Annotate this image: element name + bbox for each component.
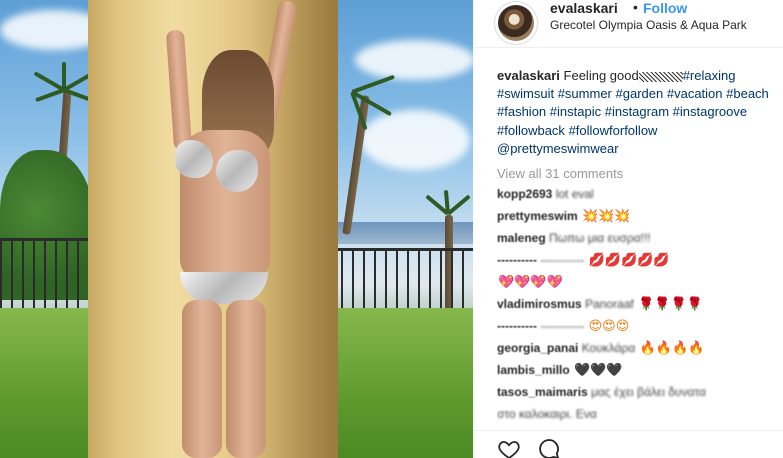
caption-text: Feeling good xyxy=(563,68,639,83)
comments-list: kopp2693 lot eval prettymeswim 💥💥💥 malene… xyxy=(497,187,779,429)
hashtag-link[interactable]: #vacation xyxy=(667,86,723,101)
post-actions-bar xyxy=(473,430,783,458)
comment-text: Πωπω μια ευσρα!!! xyxy=(549,231,651,245)
hashtag-link[interactable]: #instagram xyxy=(605,104,669,119)
comment-row: 💖💖💖💖 xyxy=(497,275,779,295)
comment-username[interactable]: ---------- xyxy=(497,319,537,333)
comment-username[interactable]: georgia_panai xyxy=(497,341,578,355)
hashtag-link[interactable]: #summer xyxy=(558,86,612,101)
cloud xyxy=(355,40,473,80)
hashtag-link[interactable]: #swimsuit xyxy=(497,86,554,101)
palm-frond xyxy=(446,194,471,216)
hashtag-link[interactable]: #instagroove xyxy=(673,104,747,119)
follow-button[interactable]: Follow xyxy=(643,0,687,16)
comment-emoji: 😍😍😍 xyxy=(588,319,630,334)
palm-frond xyxy=(35,88,65,103)
hashtag-link[interactable]: #fashion xyxy=(497,104,546,119)
palm-frond xyxy=(443,189,450,215)
palm-frond xyxy=(351,74,395,94)
hashtag-link[interactable]: #instapic xyxy=(550,104,601,119)
post-caption: evalaskari Feeling good #relaxing #swimsu… xyxy=(497,67,777,158)
comment-text: Κουκλάρα xyxy=(581,341,636,355)
comment-row: tasos_maimaris μας έχει βάλει δυνατα xyxy=(497,385,779,405)
avatar-image xyxy=(498,5,534,41)
comment-username[interactable]: kopp2693 xyxy=(497,187,552,201)
comment-text: ----------- xyxy=(540,253,585,267)
comment-text: Panoraaf xyxy=(585,297,634,311)
heart-outline-icon[interactable] xyxy=(497,437,521,458)
post-author-username[interactable]: evalaskari xyxy=(550,0,618,16)
comment-emoji: 🌹🌹🌹🌹 xyxy=(638,297,703,312)
comment-row: ---------- ----------- 💋💋💋💋💋 xyxy=(497,253,779,273)
caption-username[interactable]: evalaskari xyxy=(497,68,560,83)
comment-row: vladimirosmus Panoraaf 🌹🌹🌹🌹 xyxy=(497,297,779,317)
comment-row: prettymeswim 💥💥💥 xyxy=(497,209,779,229)
comment-emoji: 💥💥💥 xyxy=(582,209,631,224)
comment-row: lambis_millo 🖤🖤🖤 xyxy=(497,363,779,383)
comment-username[interactable]: maleneg xyxy=(497,231,546,245)
palm-tree xyxy=(342,95,370,235)
comment-row: maleneg Πωπω μια ευσρα!!! xyxy=(497,231,779,251)
hashtag-link[interactable]: #followforfollow xyxy=(569,123,658,138)
comment-text: ----------- xyxy=(540,319,585,333)
post-details-panel: evalaskari • Follow Grecotel Olympia Oas… xyxy=(473,0,783,458)
post-photo[interactable] xyxy=(0,0,473,458)
comment-username[interactable]: ---------- xyxy=(497,253,537,267)
leg xyxy=(226,300,266,458)
hashtag-link[interactable]: #relaxing xyxy=(683,68,736,83)
comment-text: μας έχει βάλει δυνατα xyxy=(591,385,706,399)
arm xyxy=(165,29,193,151)
leg xyxy=(182,300,222,458)
redacted-emoji xyxy=(638,71,683,82)
comment-text: στο καλοκαιρι. Ενα xyxy=(497,407,597,421)
person xyxy=(160,0,310,458)
comment-emoji: 💋💋💋💋💋 xyxy=(588,253,670,268)
avatar[interactable] xyxy=(494,1,538,45)
separator-dot: • xyxy=(633,0,638,15)
hashtag-link[interactable]: @prettymeswimwear xyxy=(497,141,619,156)
hashtag-link[interactable]: #followback xyxy=(497,123,565,138)
comment-emoji: 🔥🔥🔥🔥 xyxy=(639,341,705,356)
bikini-top xyxy=(216,150,258,192)
view-all-comments-link[interactable]: View all 31 comments xyxy=(497,166,623,181)
comment-emoji: 🖤🖤🖤 xyxy=(574,363,623,378)
comment-row: kopp2693 lot eval xyxy=(497,187,779,207)
hashtag-link[interactable]: #garden xyxy=(616,86,664,101)
comment-username[interactable]: lambis_millo xyxy=(497,363,570,377)
comment-emoji: 💖💖💖💖 xyxy=(498,275,563,290)
comment-username[interactable]: prettymeswim xyxy=(497,209,578,223)
palm-frond xyxy=(62,62,66,90)
comment-username[interactable]: vladimirosmus xyxy=(497,297,582,311)
hashtag-link[interactable]: #beach xyxy=(726,86,769,101)
post-header: evalaskari • Follow Grecotel Olympia Oas… xyxy=(473,0,783,48)
comment-row: georgia_panai Κουκλάρα 🔥🔥🔥🔥 xyxy=(497,341,779,361)
cloud xyxy=(360,110,470,170)
speech-bubble-icon[interactable] xyxy=(537,437,561,458)
comment-row: στο καλοκαιρι. Ενα xyxy=(497,407,779,427)
comment-username[interactable]: tasos_maimaris xyxy=(497,385,588,399)
location-link[interactable]: Grecotel Olympia Oasis & Aqua Park xyxy=(550,18,747,32)
comment-text: lot eval xyxy=(555,187,594,201)
comment-row: ---------- ----------- 😍😍😍 xyxy=(497,319,779,339)
